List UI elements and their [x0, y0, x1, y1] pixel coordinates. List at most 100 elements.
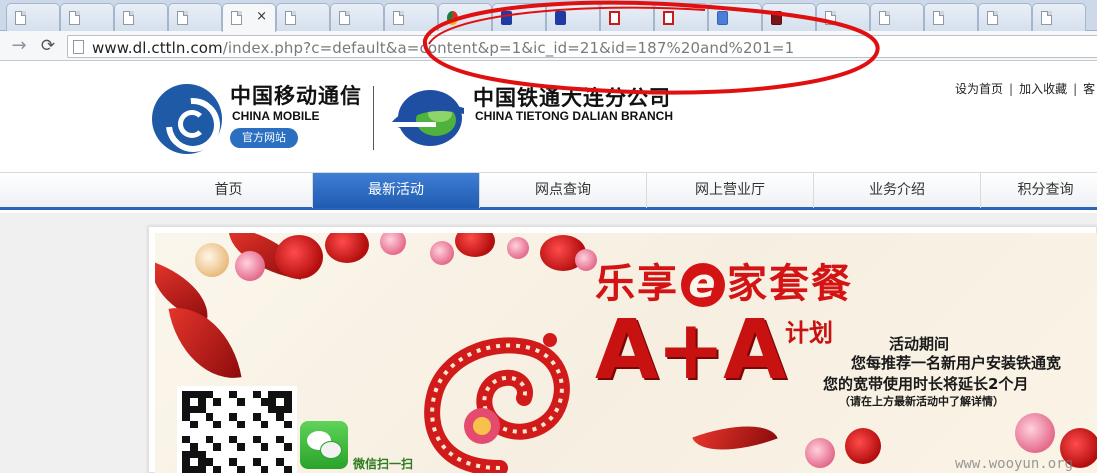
qr-module — [198, 428, 206, 435]
customer-link[interactable]: 客 — [1083, 82, 1095, 96]
qr-module — [268, 398, 277, 406]
red-e-icon — [609, 11, 620, 25]
qr-module — [229, 391, 237, 399]
qr-module — [284, 420, 292, 429]
qr-module — [284, 405, 292, 414]
qr-module — [221, 458, 229, 465]
qr-module — [205, 458, 214, 466]
qr-module — [213, 406, 221, 413]
chrome-icon — [447, 11, 458, 25]
qr-module — [268, 413, 276, 420]
qr-module — [276, 466, 284, 473]
qr-module — [253, 451, 261, 458]
browser-tab[interactable] — [438, 3, 492, 31]
qr-module — [284, 443, 292, 451]
flower-decoration-icon — [805, 438, 835, 468]
browser-tab[interactable] — [114, 3, 168, 31]
back-arrow-icon[interactable]: → — [8, 35, 30, 57]
browser-tab[interactable] — [1032, 3, 1086, 31]
flower-decoration-icon — [195, 243, 229, 277]
china-mobile-cn-name: 中国移动通信 — [230, 84, 362, 108]
qr-module — [190, 413, 198, 420]
address-bar[interactable]: www.dl.cttln.com/index.php?c=default&a=c… — [67, 35, 1097, 58]
browser-tab[interactable] — [708, 3, 762, 31]
browser-tab[interactable] — [924, 3, 978, 31]
browser-tab[interactable] — [654, 3, 708, 31]
qr-module — [268, 443, 276, 450]
add-favorite-link[interactable]: 加入收藏 — [1019, 82, 1067, 96]
headline-e-letter: e — [681, 263, 725, 307]
qr-module — [206, 451, 214, 458]
browser-tab[interactable] — [6, 3, 60, 31]
qr-module — [261, 451, 269, 458]
page-icon — [285, 11, 296, 25]
qr-module — [182, 428, 190, 435]
qr-module — [229, 421, 237, 428]
qr-module — [182, 450, 190, 459]
page-icon — [177, 11, 188, 25]
nav-item-online-hall[interactable]: 网上营业厅 — [647, 173, 814, 208]
qr-module — [253, 428, 261, 435]
official-site-badge[interactable]: 官方网站 — [230, 128, 298, 148]
qr-module — [229, 458, 237, 466]
qr-code — [177, 386, 297, 473]
browser-tab[interactable] — [762, 3, 816, 31]
flower-decoration-icon — [380, 233, 406, 255]
qr-module — [213, 436, 221, 443]
wechat-icon — [300, 421, 348, 469]
qr-module — [284, 451, 292, 458]
banner-line-1: 您每推荐一名新用户安装铁通宽 — [851, 354, 1062, 372]
browser-tab[interactable] — [60, 3, 114, 31]
browser-tab[interactable] — [492, 3, 546, 31]
qr-module — [206, 421, 214, 428]
set-homepage-link[interactable]: 设为首页 — [955, 82, 1003, 96]
browser-tab[interactable] — [168, 3, 222, 31]
qr-module — [253, 466, 261, 473]
browser-tab-active[interactable]: × — [222, 3, 276, 32]
headline-part-1: 乐享 — [595, 261, 679, 307]
nav-item-outlet-search[interactable]: 网点查询 — [480, 173, 647, 208]
qr-module — [221, 421, 229, 428]
browser-tab[interactable] — [816, 3, 870, 31]
browser-tab[interactable] — [978, 3, 1032, 31]
qr-module — [205, 413, 214, 421]
qr-module — [284, 398, 292, 406]
page-icon — [123, 11, 134, 25]
url-text[interactable]: www.dl.cttln.com/index.php?c=default&a=c… — [92, 39, 794, 57]
close-tab-icon[interactable]: × — [256, 9, 267, 25]
qr-module — [190, 398, 198, 405]
tietong-logo-icon[interactable] — [386, 84, 466, 150]
promo-banner[interactable]: 乐享 e 家套餐 A+A 计划 活动期间 您每推荐一名新用户安装铁通宽 您的宽带使用… — [155, 233, 1097, 473]
browser-tab[interactable] — [384, 3, 438, 31]
qr-module — [229, 406, 237, 413]
qr-module — [221, 436, 229, 443]
qr-module — [268, 421, 276, 428]
qr-module — [213, 413, 221, 420]
qr-module — [237, 406, 245, 413]
wechat-scan-label: 微信扫一扫 — [353, 457, 414, 471]
qr-module — [237, 436, 245, 443]
browser-tab[interactable] — [276, 3, 330, 31]
qr-module — [229, 443, 237, 450]
china-mobile-logo-icon[interactable] — [152, 84, 222, 154]
reload-icon[interactable]: ⟳ — [37, 35, 59, 57]
qr-module — [260, 398, 269, 406]
qr-module — [276, 398, 284, 405]
qr-module — [221, 391, 229, 398]
browser-tab[interactable] — [600, 3, 654, 31]
nav-item-home[interactable]: 首页 — [145, 173, 313, 208]
qr-module — [245, 428, 253, 435]
nav-item-latest-activities[interactable]: 最新活动 — [313, 173, 480, 208]
qr-module — [245, 436, 253, 443]
dark-icon — [771, 11, 782, 25]
browser-tab[interactable] — [546, 3, 600, 31]
browser-tab[interactable] — [870, 3, 924, 31]
banner-plan-label: 计划 — [785, 319, 833, 347]
qr-module — [276, 435, 285, 444]
nav-item-points[interactable]: 积分查询 — [981, 173, 1097, 208]
qr-module — [253, 406, 261, 413]
browser-tab[interactable] — [330, 3, 384, 31]
qr-module — [213, 458, 221, 465]
qr-module — [221, 451, 229, 458]
nav-item-services[interactable]: 业务介绍 — [814, 173, 981, 208]
